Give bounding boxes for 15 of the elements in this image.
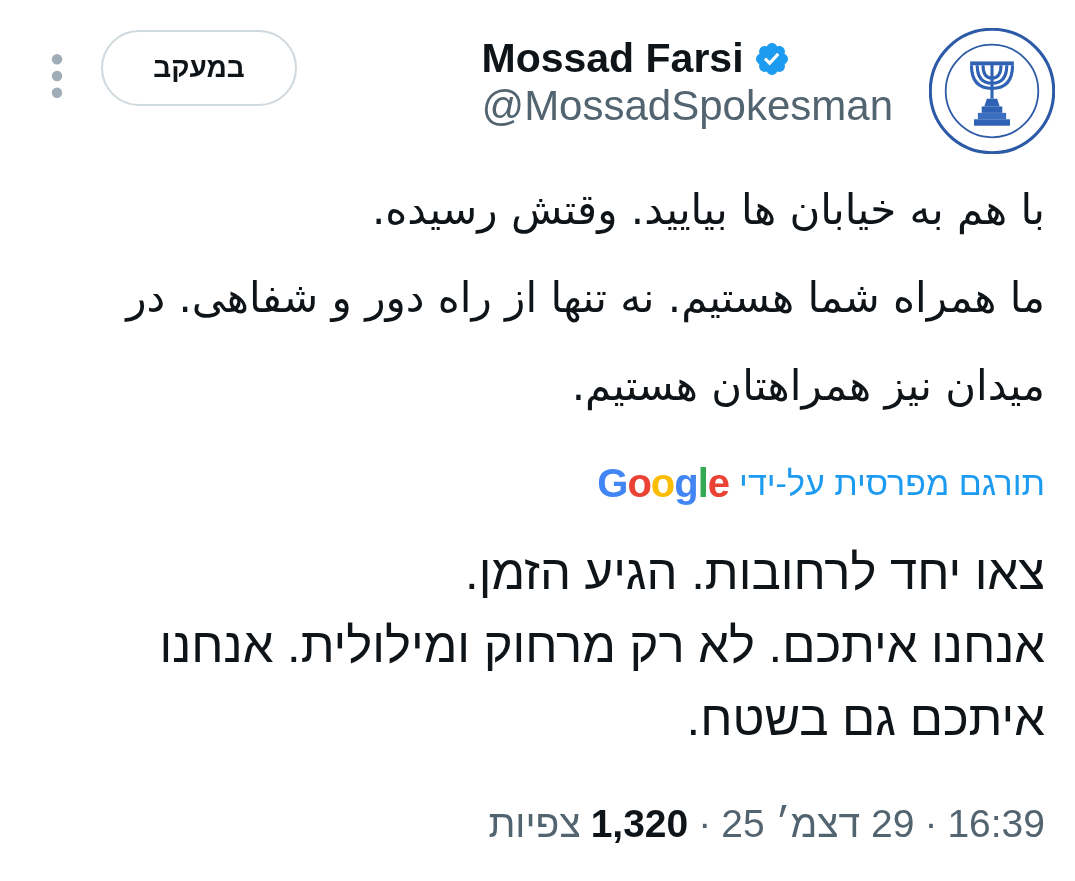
translation-note: תורגם מפרסית על-ידי xyxy=(739,463,1045,504)
separator-dot: · xyxy=(924,801,938,847)
following-button[interactable]: במעקב xyxy=(101,30,297,106)
post-date: 29 דצמ׳ 25 xyxy=(721,801,915,847)
post-text: با هم به خیابان ها بیایید. وقتش رسیده. ما همراه شما هستیم. نه تنها از راه دور و شفاهی. در میدان نیز همراهتان هستیم. xyxy=(123,184,1045,413)
post-time: 16:39 xyxy=(947,801,1045,847)
separator-dot: · xyxy=(698,801,712,847)
author-handle: @MossadSpokesman xyxy=(481,81,893,132)
more-options-icon[interactable] xyxy=(51,54,63,98)
menorah-emblem-avatar-icon xyxy=(929,28,1055,154)
author-name: Mossad Farsi xyxy=(481,36,744,82)
translated-text: צאו יחד לרחובות. הגיע הזמן. אנחנו איתכם. לא רק מרחוק ומילולית. אנחנו איתכם גם בשטח. xyxy=(158,544,1045,747)
view-count: 1,320 xyxy=(590,801,689,847)
views-label: צפיות xyxy=(488,801,581,847)
google-logo: Google xyxy=(597,462,730,504)
